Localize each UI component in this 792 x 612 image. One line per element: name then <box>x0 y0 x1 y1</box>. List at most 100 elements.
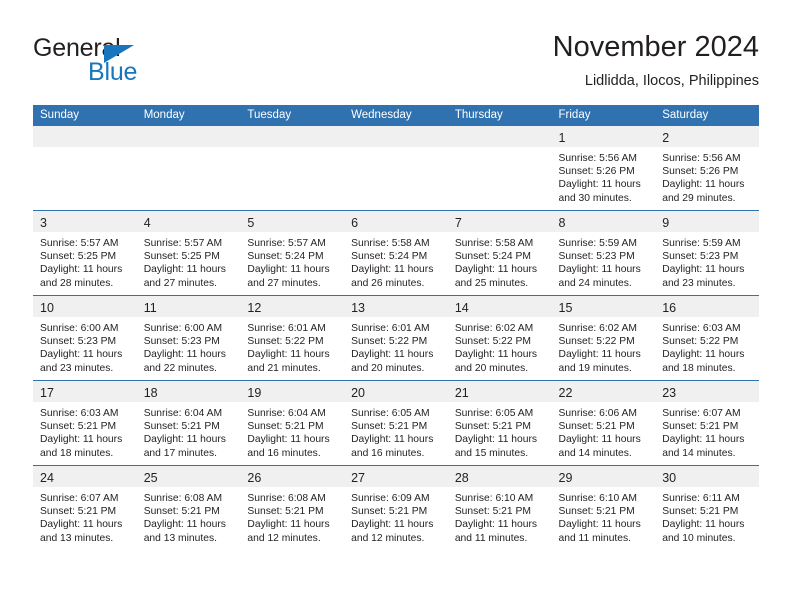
calendar-day-cell[interactable]: 5 Sunrise: 5:57 AM Sunset: 5:24 PM Daylight… <box>240 210 345 296</box>
sunrise-text: Sunrise: 6:05 AM <box>454 408 534 419</box>
calendar-day-cell[interactable]: 16 Sunrise: 6:03 AM Sunset: 5:22 PM Dayligh… <box>655 295 759 381</box>
calendar-day-cell[interactable]: 2 Sunrise: 5:56 AM Sunset: 5:26 PM Daylight… <box>655 126 759 211</box>
sunset-text: Sunset: 5:25 PM <box>40 251 117 263</box>
day-number-band: 11 <box>136 296 241 317</box>
day-number-band <box>33 126 137 147</box>
day-cell-inner: 22 Sunrise: 6:06 AM Sunset: 5:21 PM Dayligh… <box>551 381 656 465</box>
sunset-text: Sunset: 5:21 PM <box>558 506 635 518</box>
day-sun-info: Sunrise: 6:04 AM Sunset: 5:21 PM Daylight:… <box>240 402 344 460</box>
day-number-band <box>447 126 552 147</box>
day-cell-inner: 13 Sunrise: 6:01 AM Sunset: 5:22 PM Dayligh… <box>344 296 448 380</box>
day-number-band: 20 <box>344 381 448 402</box>
calendar-day-cell[interactable]: 15 Sunrise: 6:02 AM Sunset: 5:22 PM Dayligh… <box>551 295 656 381</box>
day-number-band: 12 <box>240 296 345 317</box>
sunset-text: Sunset: 5:24 PM <box>247 251 324 263</box>
day-sun-info: Sunrise: 6:02 AM Sunset: 5:22 PM Daylight:… <box>448 317 552 375</box>
calendar-day-cell[interactable]: 8 Sunrise: 5:59 AM Sunset: 5:23 PM Daylight… <box>551 210 656 296</box>
daylight-text-line2: and 19 minutes. <box>558 362 632 374</box>
sunset-text: Sunset: 5:21 PM <box>351 421 428 433</box>
calendar-day-cell-empty <box>136 126 241 211</box>
calendar-day-cell[interactable]: 30 Sunrise: 6:11 AM Sunset: 5:21 PM Dayligh… <box>655 465 759 550</box>
day-cell-inner: 1 Sunrise: 5:56 AM Sunset: 5:26 PM Daylight… <box>551 126 656 210</box>
day-cell-inner: 14 Sunrise: 6:02 AM Sunset: 5:22 PM Dayligh… <box>447 296 552 380</box>
day-cell-inner: 18 Sunrise: 6:04 AM Sunset: 5:21 PM Dayligh… <box>136 381 241 465</box>
calendar-day-cell[interactable]: 9 Sunrise: 5:59 AM Sunset: 5:23 PM Daylight… <box>655 210 759 296</box>
calendar-day-cell[interactable]: 23 Sunrise: 6:07 AM Sunset: 5:21 PM Dayligh… <box>655 380 759 466</box>
day-number-band: 14 <box>447 296 552 317</box>
day-cell-inner: 20 Sunrise: 6:05 AM Sunset: 5:21 PM Dayligh… <box>344 381 448 465</box>
sunset-text: Sunset: 5:25 PM <box>143 251 220 263</box>
day-number-band: 3 <box>33 211 137 232</box>
daylight-text-line2: and 25 minutes. <box>454 277 529 289</box>
day-sun-info: Sunrise: 6:02 AM Sunset: 5:22 PM Daylight:… <box>552 317 656 375</box>
day-number: 4 <box>143 216 151 230</box>
daylight-text-line1: Daylight: 11 hours <box>558 264 641 276</box>
day-sun-info: Sunrise: 6:03 AM Sunset: 5:21 PM Daylight:… <box>33 402 137 460</box>
daylight-text-line2: and 18 minutes. <box>40 447 114 459</box>
daylight-text-line1: Daylight: 11 hours <box>40 264 123 276</box>
day-sun-info: Sunrise: 5:57 AM Sunset: 5:24 PM Daylight:… <box>240 232 344 290</box>
day-cell-inner: 15 Sunrise: 6:02 AM Sunset: 5:22 PM Dayligh… <box>551 296 656 380</box>
weekday-header-saturday: Saturday <box>655 105 759 126</box>
daylight-text-line2: and 16 minutes. <box>247 447 321 459</box>
calendar-day-cell[interactable]: 11 Sunrise: 6:00 AM Sunset: 5:23 PM Dayligh… <box>136 295 241 381</box>
calendar-day-cell[interactable]: 4 Sunrise: 5:57 AM Sunset: 5:25 PM Daylight… <box>136 210 241 296</box>
calendar-week-row: 10 Sunrise: 6:00 AM Sunset: 5:23 PM Dayligh… <box>33 295 759 381</box>
daylight-text-line1: Daylight: 11 hours <box>351 434 434 446</box>
sunset-text: Sunset: 5:23 PM <box>40 336 117 348</box>
day-sun-info: Sunrise: 6:05 AM Sunset: 5:21 PM Daylight:… <box>448 402 552 460</box>
day-cell-inner: 16 Sunrise: 6:03 AM Sunset: 5:22 PM Dayligh… <box>655 296 759 380</box>
calendar-day-cell[interactable]: 26 Sunrise: 6:08 AM Sunset: 5:21 PM Dayligh… <box>240 465 345 550</box>
calendar-day-cell[interactable]: 10 Sunrise: 6:00 AM Sunset: 5:23 PM Dayligh… <box>33 295 137 381</box>
calendar-day-cell[interactable]: 27 Sunrise: 6:09 AM Sunset: 5:21 PM Dayligh… <box>344 465 448 550</box>
general-blue-logo[interactable]: General Blue <box>33 34 243 92</box>
day-number: 2 <box>662 131 670 145</box>
calendar-week-row: 24 Sunrise: 6:07 AM Sunset: 5:21 PM Dayligh… <box>33 465 759 550</box>
sunrise-text: Sunrise: 6:07 AM <box>662 408 741 419</box>
day-cell-inner: 21 Sunrise: 6:05 AM Sunset: 5:21 PM Dayligh… <box>447 381 552 465</box>
calendar-day-cell[interactable]: 24 Sunrise: 6:07 AM Sunset: 5:21 PM Dayligh… <box>33 465 137 550</box>
day-number-band: 5 <box>240 211 345 232</box>
sunrise-text: Sunrise: 6:08 AM <box>247 493 326 504</box>
day-number-band: 8 <box>551 211 656 232</box>
day-cell-inner: 25 Sunrise: 6:08 AM Sunset: 5:21 PM Dayligh… <box>136 466 241 550</box>
calendar-day-cell-empty <box>447 126 552 211</box>
day-cell-inner: 19 Sunrise: 6:04 AM Sunset: 5:21 PM Dayligh… <box>240 381 345 465</box>
calendar-day-cell[interactable]: 17 Sunrise: 6:03 AM Sunset: 5:21 PM Dayligh… <box>33 380 137 466</box>
day-number: 17 <box>40 386 54 400</box>
sunset-text: Sunset: 5:22 PM <box>558 336 635 348</box>
calendar-day-cell[interactable]: 20 Sunrise: 6:05 AM Sunset: 5:21 PM Dayligh… <box>344 380 448 466</box>
calendar-day-cell[interactable]: 22 Sunrise: 6:06 AM Sunset: 5:21 PM Dayligh… <box>551 380 656 466</box>
daylight-text-line1: Daylight: 11 hours <box>558 179 641 191</box>
calendar-day-cell[interactable]: 1 Sunrise: 5:56 AM Sunset: 5:26 PM Daylight… <box>551 126 656 211</box>
day-cell-inner: 23 Sunrise: 6:07 AM Sunset: 5:21 PM Dayligh… <box>655 381 759 465</box>
calendar-day-cell[interactable]: 13 Sunrise: 6:01 AM Sunset: 5:22 PM Dayligh… <box>344 295 448 381</box>
calendar-day-cell[interactable]: 12 Sunrise: 6:01 AM Sunset: 5:22 PM Dayligh… <box>240 295 345 381</box>
day-number-band: 30 <box>655 466 759 487</box>
sunrise-text: Sunrise: 6:02 AM <box>454 323 534 334</box>
calendar-day-cell[interactable]: 28 Sunrise: 6:10 AM Sunset: 5:21 PM Dayligh… <box>447 465 552 550</box>
calendar-day-cell[interactable]: 25 Sunrise: 6:08 AM Sunset: 5:21 PM Dayligh… <box>136 465 241 550</box>
daylight-text-line1: Daylight: 11 hours <box>40 519 123 531</box>
day-number: 6 <box>351 216 359 230</box>
sunrise-text: Sunrise: 6:06 AM <box>558 408 637 419</box>
sunrise-text: Sunrise: 6:04 AM <box>247 408 326 419</box>
calendar-day-cell[interactable]: 21 Sunrise: 6:05 AM Sunset: 5:21 PM Dayligh… <box>447 380 552 466</box>
daylight-text-line2: and 21 minutes. <box>247 362 321 374</box>
sunset-text: Sunset: 5:21 PM <box>454 506 531 518</box>
calendar-day-cell[interactable]: 7 Sunrise: 5:58 AM Sunset: 5:24 PM Daylight… <box>447 210 552 296</box>
calendar-day-cell[interactable]: 3 Sunrise: 5:57 AM Sunset: 5:25 PM Daylight… <box>33 210 137 296</box>
calendar-day-cell[interactable]: 29 Sunrise: 6:10 AM Sunset: 5:21 PM Dayligh… <box>551 465 656 550</box>
sunrise-text: Sunrise: 5:56 AM <box>662 153 741 164</box>
day-cell-inner <box>33 126 137 210</box>
sunrise-text: Sunrise: 6:10 AM <box>558 493 637 504</box>
daylight-text-line2: and 16 minutes. <box>351 447 425 459</box>
calendar-day-cell[interactable]: 19 Sunrise: 6:04 AM Sunset: 5:21 PM Dayligh… <box>240 380 345 466</box>
sunset-text: Sunset: 5:23 PM <box>662 251 739 263</box>
calendar-day-cell[interactable]: 18 Sunrise: 6:04 AM Sunset: 5:21 PM Dayligh… <box>136 380 241 466</box>
day-cell-inner: 29 Sunrise: 6:10 AM Sunset: 5:21 PM Dayligh… <box>551 466 656 550</box>
calendar-day-cell[interactable]: 14 Sunrise: 6:02 AM Sunset: 5:22 PM Dayligh… <box>447 295 552 381</box>
daylight-text-line1: Daylight: 11 hours <box>662 434 745 446</box>
calendar-day-cell[interactable]: 6 Sunrise: 5:58 AM Sunset: 5:24 PM Daylight… <box>344 210 448 296</box>
daylight-text-line1: Daylight: 11 hours <box>558 519 641 531</box>
